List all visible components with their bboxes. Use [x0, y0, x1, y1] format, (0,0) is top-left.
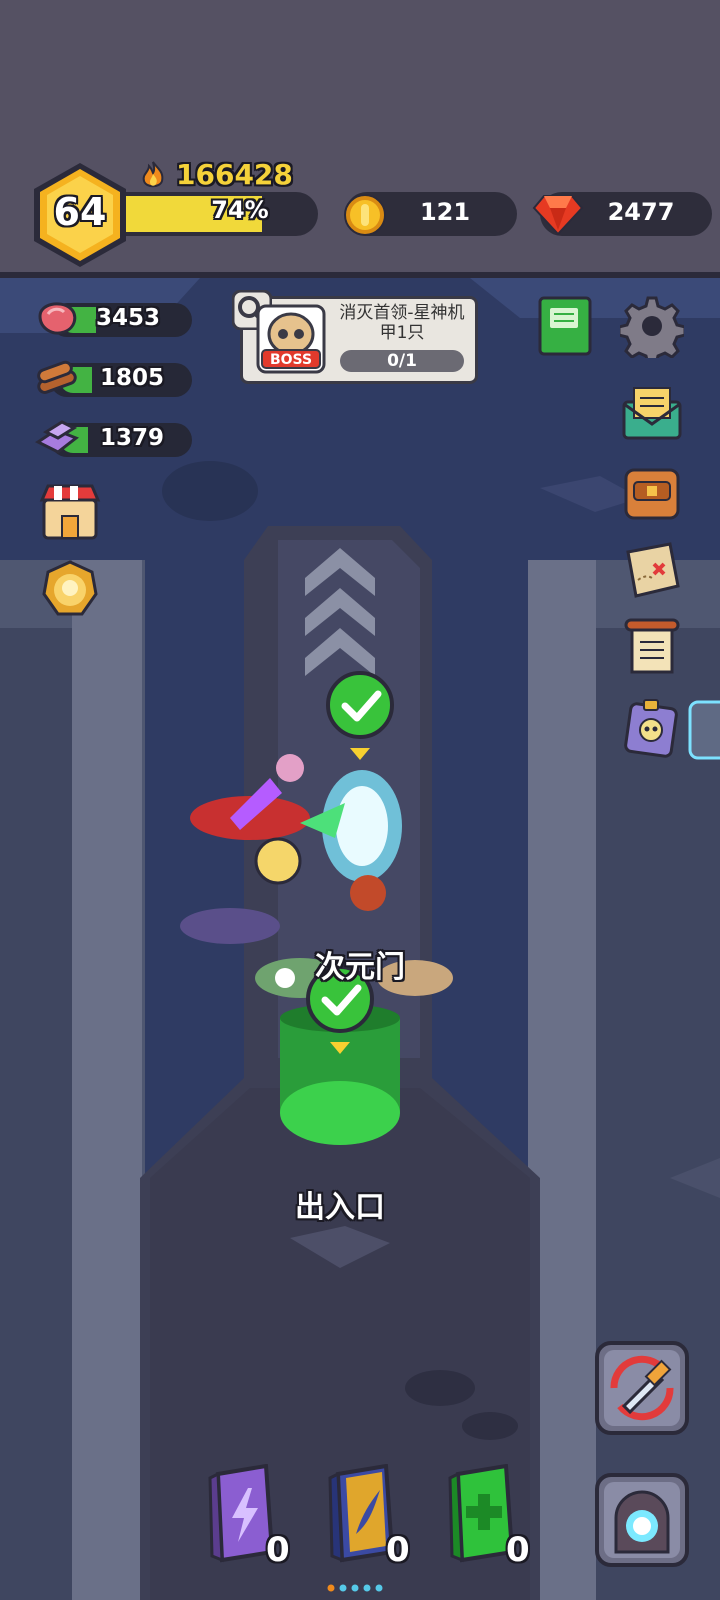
wood-value: 1805: [100, 365, 165, 391]
wood-icon: [37, 360, 77, 394]
xp-percent: 74%: [211, 196, 269, 224]
portal-label[interactable]: 次元门: [300, 942, 420, 986]
coin-count: 121: [419, 198, 471, 226]
gem-count: 2477: [607, 198, 675, 226]
crystal-icon: [35, 420, 79, 454]
meat-icon: [38, 302, 77, 335]
backpack-icon[interactable]: [620, 460, 684, 524]
player-level: 64: [53, 190, 107, 234]
settings-gear-icon[interactable]: [620, 294, 684, 358]
exit-label[interactable]: 出入口: [280, 1182, 400, 1226]
treasure-map-icon[interactable]: [620, 538, 684, 602]
guide-book-icon[interactable]: [534, 294, 598, 358]
mail-icon[interactable]: [620, 380, 684, 444]
bounty-poster-icon[interactable]: [620, 696, 684, 760]
rank-medal-icon[interactable]: [38, 558, 102, 622]
flame-icon: [142, 161, 164, 188]
page-indicator: [326, 1578, 396, 1592]
quest-progress-text: 0/1: [387, 351, 417, 371]
quest-title: 消灭首领-星神机甲1只: [339, 303, 465, 343]
meat-value: 3453: [96, 305, 161, 331]
coin-icon: [344, 194, 386, 236]
power-value: 166428: [176, 158, 293, 191]
portal-gate-button[interactable]: [594, 1472, 690, 1568]
crystal-value: 1379: [100, 425, 165, 451]
gem-icon: [532, 195, 584, 236]
heal-book-count: 0: [506, 1530, 530, 1570]
battle-swap-button[interactable]: [594, 1340, 690, 1436]
lightning-book-count: 0: [266, 1530, 290, 1570]
wing-book-count: 0: [386, 1530, 410, 1570]
shop-icon[interactable]: [38, 480, 102, 544]
boss-badge: BOSS: [269, 352, 313, 368]
scroll-icon[interactable]: [620, 616, 684, 680]
